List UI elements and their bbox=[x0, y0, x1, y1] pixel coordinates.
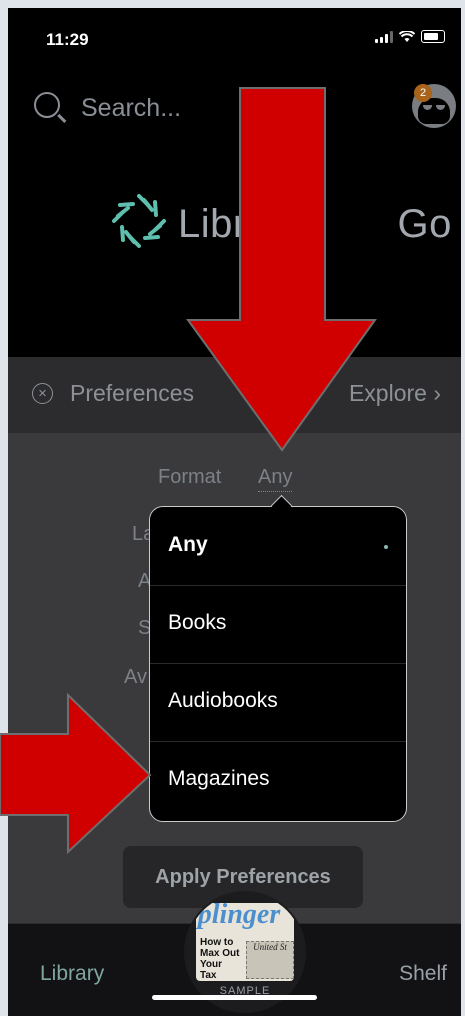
chevron-right-icon: › bbox=[433, 380, 441, 406]
logo-icon bbox=[112, 194, 166, 248]
notification-badge: 2 bbox=[414, 84, 432, 102]
dropdown-option-books[interactable]: Books bbox=[150, 585, 406, 664]
dropdown-option-magazines[interactable]: Magazines bbox=[150, 741, 406, 819]
preferences-bar: × Preferences Explore › bbox=[8, 357, 461, 433]
magazine-stamp: United St bbox=[246, 941, 294, 979]
format-select[interactable]: Any bbox=[258, 466, 293, 492]
battery-icon bbox=[421, 30, 445, 43]
logo-text: Libra Go bbox=[178, 202, 452, 246]
format-dropdown: Any Books Audiobooks Magazines bbox=[149, 506, 407, 822]
explore-label: Explore bbox=[348, 380, 427, 406]
signal-icon bbox=[375, 30, 393, 43]
magazine-headline: How to Max Out Your Tax bbox=[200, 937, 240, 981]
status-icons bbox=[375, 30, 445, 43]
search-icon[interactable] bbox=[34, 92, 60, 118]
preferences-label[interactable]: Preferences bbox=[70, 380, 194, 407]
filter-row-label: Av bbox=[124, 666, 147, 688]
close-circle-icon[interactable]: × bbox=[32, 383, 53, 404]
nav-library[interactable]: Library bbox=[40, 962, 104, 986]
nav-shelf[interactable]: Shelf bbox=[399, 962, 447, 986]
status-time: 11:29 bbox=[46, 30, 89, 49]
phone-screen: 11:29 Search... 2 Libra Go × Preferences… bbox=[8, 8, 461, 1016]
dropdown-option-any[interactable]: Any bbox=[150, 507, 406, 586]
explore-link[interactable]: Explore › bbox=[349, 380, 441, 407]
search-input[interactable]: Search... bbox=[81, 94, 181, 123]
magazine-cover: iplinger How to Max Out Your Tax United … bbox=[196, 903, 294, 981]
wifi-icon bbox=[399, 30, 415, 42]
magazine-title: iplinger bbox=[196, 903, 281, 930]
format-label: Format bbox=[158, 466, 222, 488]
dropdown-option-audiobooks[interactable]: Audiobooks bbox=[150, 663, 406, 742]
home-indicator bbox=[152, 995, 317, 1000]
selected-dot-icon bbox=[384, 545, 388, 549]
